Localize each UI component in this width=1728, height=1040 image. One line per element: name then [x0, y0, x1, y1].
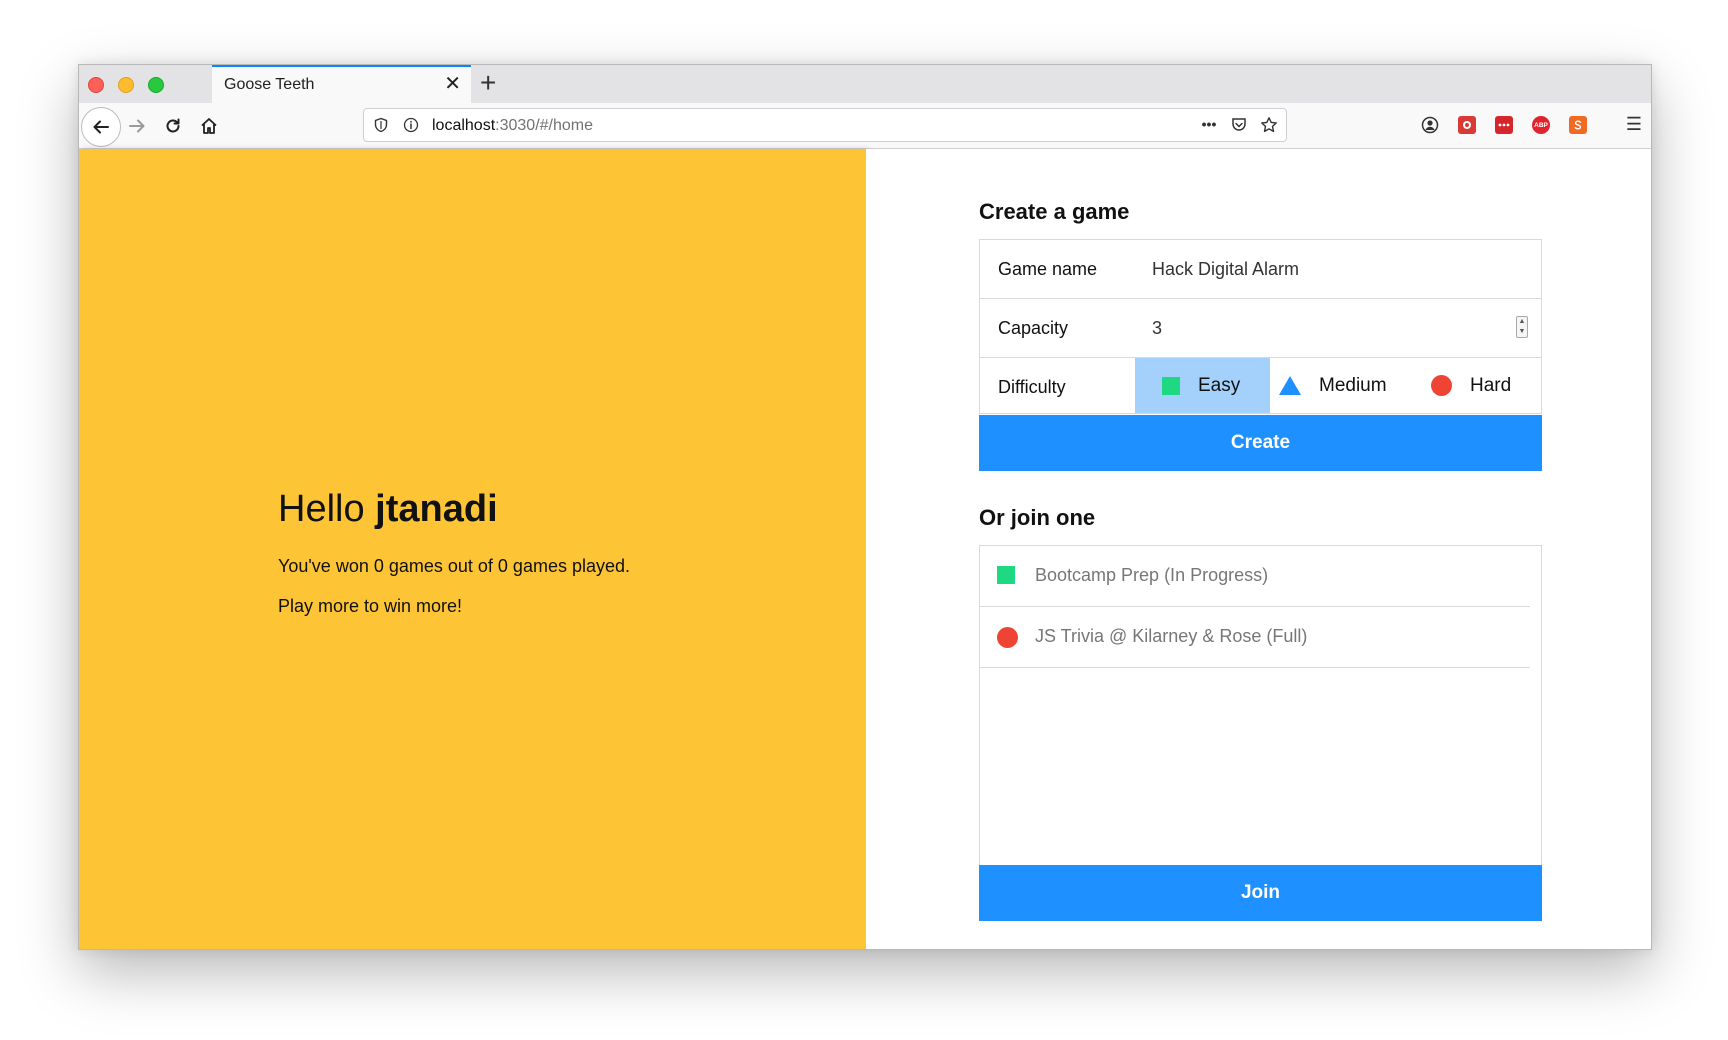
- red-circle-icon: [1431, 375, 1452, 396]
- account-icon[interactable]: [1421, 116, 1439, 134]
- forward-button[interactable]: [119, 108, 155, 144]
- difficulty-easy-option[interactable]: Easy: [1135, 358, 1270, 413]
- pocket-icon[interactable]: [1230, 116, 1248, 134]
- capacity-row: Capacity 3 ▲ ▼: [980, 299, 1541, 358]
- new-tab-button[interactable]: +: [480, 68, 496, 98]
- difficulty-easy-label: Easy: [1198, 374, 1241, 396]
- arrow-left-icon: [93, 120, 109, 134]
- home-button[interactable]: [191, 108, 227, 144]
- difficulty-label: Difficulty: [998, 377, 1066, 397]
- blue-triangle-icon: [1279, 376, 1301, 395]
- page-actions-icon[interactable]: •••: [1200, 115, 1218, 133]
- games-list: Bootcamp Prep (In Progress) JS Trivia @ …: [979, 545, 1542, 865]
- stepper-up-icon[interactable]: ▲: [1517, 317, 1527, 327]
- capacity-stepper[interactable]: ▲ ▼: [1516, 316, 1528, 338]
- hamburger-menu-icon[interactable]: ☰: [1625, 114, 1643, 134]
- reload-button[interactable]: [155, 108, 191, 144]
- extension-icon-2[interactable]: [1495, 116, 1513, 134]
- bookmark-star-icon[interactable]: [1260, 116, 1278, 134]
- capacity-label: Capacity: [998, 318, 1069, 338]
- difficulty-medium-option[interactable]: Medium: [1279, 358, 1387, 413]
- create-button[interactable]: Create: [979, 415, 1542, 471]
- maximize-window-button[interactable]: [148, 77, 164, 93]
- arrow-right-icon: [129, 119, 145, 133]
- tab-title: Goose Teeth: [224, 76, 315, 93]
- adblock-icon[interactable]: ABP: [1532, 116, 1550, 134]
- minimize-window-button[interactable]: [118, 77, 134, 93]
- username: jtanadi: [375, 488, 498, 530]
- reload-icon: [166, 118, 180, 133]
- list-item[interactable]: JS Trivia @ Kilarney & Rose (Full): [980, 607, 1530, 668]
- difficulty-hard-label: Hard: [1470, 374, 1512, 396]
- url-text[interactable]: localhost:3030/#/home: [432, 117, 593, 135]
- site-info-icon[interactable]: [402, 116, 420, 134]
- game-label: JS Trivia @ Kilarney & Rose (Full): [1035, 626, 1308, 646]
- game-panel: Create a game Game name Hack Digital Ala…: [866, 149, 1651, 949]
- stepper-down-icon[interactable]: ▼: [1517, 327, 1527, 337]
- extension-icon-3[interactable]: [1569, 116, 1587, 134]
- url-path: :3030/#/home: [495, 117, 594, 134]
- game-name-label: Game name: [998, 259, 1098, 279]
- game-label: Bootcamp Prep (In Progress): [1035, 565, 1269, 585]
- tab-goose-teeth[interactable]: Goose Teeth ✕: [212, 65, 471, 103]
- join-game-title: Or join one: [979, 505, 1096, 530]
- capacity-input[interactable]: 3: [1152, 318, 1162, 339]
- home-icon: [201, 118, 217, 134]
- tab-close-icon[interactable]: ✕: [444, 73, 461, 95]
- green-square-icon: [1162, 376, 1180, 395]
- browser-window: Goose Teeth ✕ + localhost:3030/#/home ••…: [78, 64, 1652, 950]
- extension-icon-1[interactable]: [1458, 116, 1476, 134]
- tracking-shield-icon[interactable]: [372, 116, 390, 134]
- list-item[interactable]: Bootcamp Prep (In Progress): [980, 546, 1530, 607]
- tab-bar: Goose Teeth ✕ +: [79, 65, 1651, 103]
- greeting-word: Hello: [278, 488, 365, 530]
- motto-text: Play more to win more!: [278, 596, 463, 616]
- close-window-button[interactable]: [88, 77, 104, 93]
- create-game-form: Game name Hack Digital Alarm Capacity 3 …: [979, 239, 1542, 414]
- game-name-input[interactable]: Hack Digital Alarm: [1152, 259, 1299, 280]
- difficulty-medium-label: Medium: [1319, 374, 1387, 396]
- url-host: localhost: [432, 117, 496, 134]
- red-circle-icon: [997, 627, 1018, 648]
- greeting-heading: Hello jtanadi: [278, 488, 498, 531]
- stats-text: You've won 0 games out of 0 games played…: [278, 556, 631, 576]
- difficulty-hard-option[interactable]: Hard: [1431, 358, 1511, 413]
- url-bar[interactable]: localhost:3030/#/home •••: [363, 108, 1287, 142]
- game-name-row: Game name Hack Digital Alarm: [980, 240, 1541, 299]
- green-square-icon: [997, 566, 1015, 584]
- back-button[interactable]: [81, 107, 121, 147]
- welcome-panel: Hello jtanadi You've won 0 games out of …: [79, 149, 866, 949]
- page-content: Hello jtanadi You've won 0 games out of …: [79, 149, 1651, 949]
- join-button[interactable]: Join: [979, 865, 1542, 921]
- difficulty-row: Difficulty Easy Medium Hard: [980, 358, 1541, 413]
- navigation-bar: localhost:3030/#/home ••• ABP ☰: [79, 103, 1651, 149]
- create-game-title: Create a game: [979, 199, 1130, 224]
